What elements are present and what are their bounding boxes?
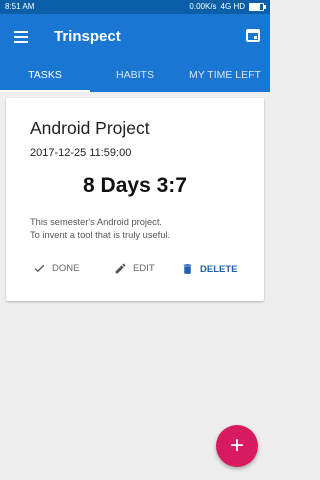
battery-icon — [249, 2, 266, 11]
status-icons: 0.00K/s 4G HD — [189, 2, 266, 11]
calendar-icon[interactable] — [246, 29, 260, 42]
tab-bar: TASKS HABITS MY TIME LEFT — [0, 60, 270, 92]
edit-button[interactable]: EDIT — [114, 262, 155, 275]
task-description: This semester's Android project. To inve… — [30, 216, 170, 241]
done-label: DONE — [52, 263, 80, 274]
status-bar: 8:51 AM 0.00K/s 4G HD — [0, 0, 270, 14]
menu-icon[interactable] — [14, 31, 28, 43]
net-speed: 0.00K/s — [189, 2, 217, 11]
task-date: 2017-12-25 11:59:00 — [30, 147, 132, 159]
tab-my-time-left[interactable]: MY TIME LEFT — [180, 69, 270, 81]
task-card[interactable]: Android Project 2017-12-25 11:59:00 8 Da… — [6, 98, 264, 301]
add-task-button[interactable]: + — [216, 425, 258, 467]
status-time: 8:51 AM — [5, 2, 35, 11]
edit-label: EDIT — [133, 263, 155, 274]
task-countdown: 8 Days 3:7 — [83, 174, 187, 197]
delete-label: DELETE — [200, 263, 238, 275]
done-button[interactable]: DONE — [33, 262, 79, 275]
description-line-2: To invent a tool that is truly useful. — [30, 229, 171, 240]
trash-icon — [183, 264, 192, 274]
app-title: Trinspect — [54, 28, 121, 45]
network-label: 4G HD — [220, 2, 245, 11]
tab-tasks[interactable]: TASKS — [0, 69, 90, 81]
delete-button[interactable]: DELETE — [181, 262, 237, 276]
app-bar: Trinspect — [0, 14, 270, 60]
description-line-1: This semester's Android project. — [30, 217, 162, 227]
pencil-icon — [115, 263, 126, 274]
check-icon — [34, 264, 45, 273]
task-actions: DONE EDIT DELETE — [6, 258, 264, 280]
task-title: Android Project — [30, 118, 150, 138]
tab-indicator — [0, 90, 90, 92]
tab-habits[interactable]: HABITS — [90, 69, 180, 81]
